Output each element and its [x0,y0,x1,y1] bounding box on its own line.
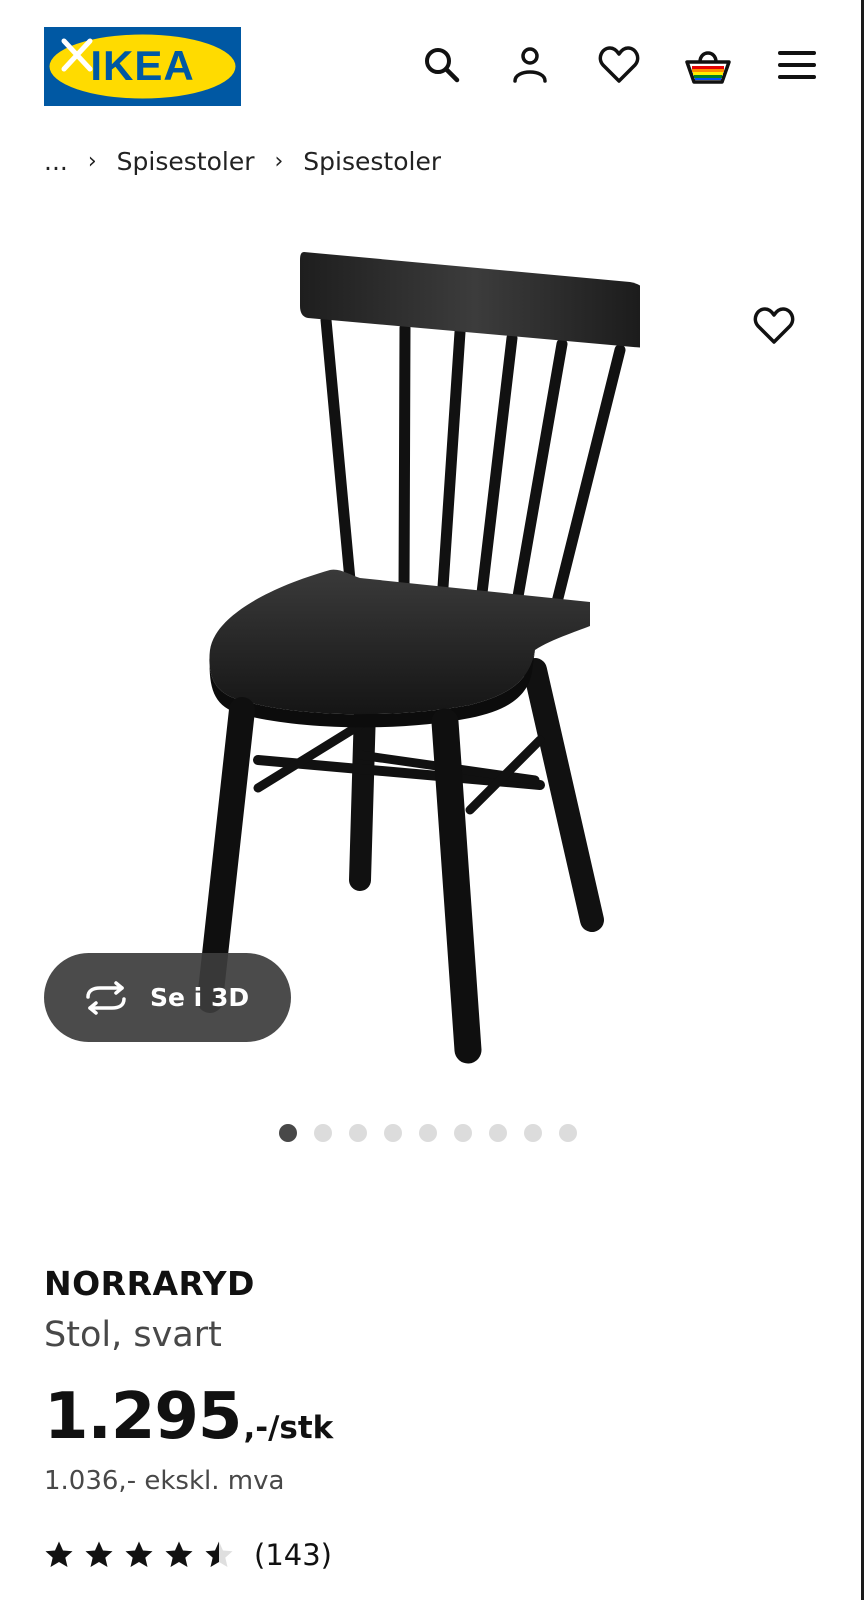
star-filled-icon [45,1541,73,1567]
gallery-dot[interactable] [314,1124,332,1142]
product-price: 1.295 ,-/stk [44,1380,333,1454]
star-filled-icon [85,1541,113,1567]
price-suffix: ,-/stk [243,1410,334,1446]
menu-icon[interactable] [772,40,822,90]
chevron-right-icon: › [274,148,284,174]
gallery-dot[interactable] [454,1124,472,1142]
svg-text:IKEA: IKEA [90,42,194,89]
gallery-dot[interactable] [384,1124,402,1142]
gallery-dot[interactable] [489,1124,507,1142]
price-excl-vat: 1.036,- ekskl. mva [44,1466,285,1496]
star-filled-icon [165,1541,193,1567]
rating-count: (143) [254,1538,332,1572]
chevron-right-icon: › [87,148,97,174]
gallery-pagination [279,1124,577,1142]
breadcrumb-ellipsis[interactable]: ... [44,147,68,176]
gallery-dot[interactable] [349,1124,367,1142]
rotate-3d-icon [82,980,130,1015]
breadcrumb: ... › Spisestoler › Spisestoler [44,141,441,181]
heart-icon [753,307,795,344]
star-filled-icon [125,1541,153,1567]
breadcrumb-item[interactable]: Spisestoler [117,147,255,176]
breadcrumb-item[interactable]: Spisestoler [303,147,441,176]
cart-icon[interactable] [683,40,733,90]
ikea-logo[interactable]: IKEA [44,27,241,106]
gallery-dot[interactable] [524,1124,542,1142]
product-rating[interactable]: (143) [44,1538,332,1572]
star-half-icon [205,1541,233,1567]
account-icon[interactable] [505,40,555,90]
search-icon[interactable] [417,40,467,90]
gallery-dot[interactable] [419,1124,437,1142]
product-name: NORRARYD [44,1264,255,1303]
rating-stars [44,1540,234,1570]
view-in-3d-button[interactable]: Se i 3D [44,953,291,1042]
heart-icon[interactable] [594,40,644,90]
price-integer: 1.295 [44,1380,242,1454]
product-description: Stol, svart [44,1315,222,1355]
view-in-3d-label: Se i 3D [150,983,250,1012]
gallery-dot[interactable] [559,1124,577,1142]
add-to-favourites-button[interactable] [748,300,800,352]
gallery-dot[interactable] [279,1124,297,1142]
